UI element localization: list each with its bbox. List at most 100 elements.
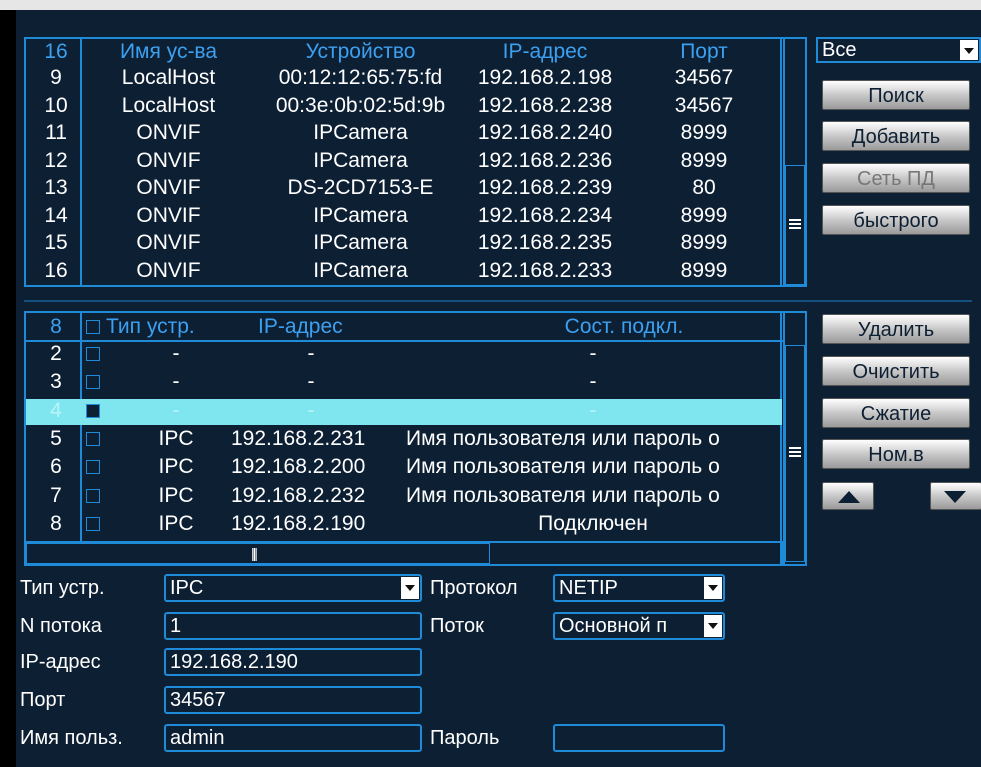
- move-down-button[interactable]: [930, 482, 981, 510]
- stream-count-field[interactable]: 1: [164, 612, 422, 640]
- device-cell: IPCamera: [313, 121, 408, 144]
- header-device-type[interactable]: Тип устр.: [106, 315, 246, 339]
- port-cell: 8999: [680, 258, 728, 282]
- device-type-value: IPC: [170, 577, 204, 599]
- row-checkbox[interactable]: [86, 516, 100, 531]
- row-number: 15: [44, 231, 68, 254]
- compress-button[interactable]: Сжатие: [822, 398, 970, 428]
- header-port[interactable]: Порт: [654, 40, 754, 64]
- stream-count-value: 1: [170, 615, 182, 637]
- device-type-cell: IPC: [158, 426, 194, 450]
- delete-button[interactable]: Удалить: [822, 314, 970, 344]
- table-row[interactable]: 6 IPC 192.168.2.200 Имя пользователя или па…: [26, 455, 782, 481]
- ip-cell: 192.168.2.236: [477, 148, 613, 172]
- table-row[interactable]: 4 - - -: [26, 398, 782, 425]
- quick-add-button[interactable]: быстрого: [822, 205, 970, 235]
- device-type-select[interactable]: IPC: [164, 574, 422, 602]
- header-device-name[interactable]: Имя ус-ва: [86, 40, 251, 64]
- table-row[interactable]: 7 IPC 192.168.2.232 Имя пользователя или па…: [26, 484, 782, 510]
- header-count: 8: [50, 315, 62, 338]
- ip-cell: -: [307, 398, 315, 422]
- device-cell: IPCamera: [313, 148, 408, 172]
- network-button[interactable]: Сеть ПД: [822, 163, 970, 193]
- chevron-down-icon: [704, 615, 722, 637]
- row-number: 12: [44, 148, 68, 172]
- added-table-header: 8 Тип устр. IP-адрес Сост. подкл.: [24, 315, 784, 339]
- row-checkbox[interactable]: [86, 431, 100, 446]
- hscrollbar-thumb[interactable]: [26, 543, 490, 564]
- top-bar: [0, 0, 981, 10]
- ip-cell: 192.168.2.238: [477, 93, 613, 117]
- device-cell: 00:3e:0b:02:5d:9b: [275, 93, 446, 117]
- row-checkbox[interactable]: [86, 347, 100, 361]
- device-name-cell: ONVIF: [136, 121, 201, 144]
- status-cell: Имя пользователя или пароль о: [406, 455, 720, 479]
- table-row[interactable]: 9 LocalHost 00:12:12:65:75:fd 192.168.2.198…: [24, 66, 784, 90]
- move-up-button[interactable]: [822, 482, 874, 510]
- status-cell: Имя пользователя или пароль о: [406, 483, 720, 507]
- scroll-grip-icon: [789, 447, 801, 459]
- port-cell: 34567: [674, 93, 734, 117]
- table-row[interactable]: 16 ONVIF IPCamera 192.168.2.233 8999: [24, 259, 784, 283]
- table-row[interactable]: 2 - - -: [26, 342, 782, 368]
- password-label: Пароль: [430, 727, 500, 749]
- row-number: 16: [44, 258, 68, 282]
- add-button[interactable]: Добавить: [822, 121, 970, 151]
- row-number: 5: [50, 426, 62, 450]
- table-row[interactable]: 14 ONVIF IPCamera 192.168.2.234 8999: [24, 204, 784, 228]
- channel-number-button[interactable]: Ном.в: [822, 439, 970, 469]
- table-row[interactable]: 3 - - -: [26, 370, 782, 396]
- up-arrow-icon: [838, 491, 860, 503]
- search-button[interactable]: Поиск: [822, 80, 970, 110]
- table-row[interactable]: 5 IPC 192.168.2.231 Имя пользователя или па…: [26, 427, 782, 453]
- username-label: Имя польз.: [20, 727, 123, 749]
- header-ip[interactable]: IP-адрес: [465, 40, 625, 64]
- stream-count-label: N потока: [20, 615, 102, 637]
- row-checkbox[interactable]: [86, 375, 100, 390]
- hscroll-grip-icon: |||: [251, 545, 258, 561]
- row-number: 6: [50, 455, 62, 479]
- header-connection-status[interactable]: Сост. подкл.: [544, 315, 704, 339]
- device-cell: IPCamera: [313, 258, 408, 282]
- password-field[interactable]: [553, 724, 725, 752]
- row-checkbox[interactable]: [86, 488, 100, 503]
- device-cell: IPCamera: [313, 231, 408, 254]
- port-cell: 34567: [674, 66, 734, 89]
- table-row[interactable]: 13 ONVIF DS-2CD7153-E 192.168.2.239 80: [24, 176, 784, 200]
- protocol-value: NETIP: [559, 577, 618, 599]
- filter-select[interactable]: Все: [816, 37, 981, 63]
- status-cell: -: [589, 370, 597, 394]
- table-row[interactable]: 12 ONVIF IPCamera 192.168.2.236 8999: [24, 149, 784, 173]
- stream-select[interactable]: Основной п: [553, 612, 725, 640]
- ip-field[interactable]: 192.168.2.190: [164, 648, 422, 676]
- ip-cell: 192.168.2.235: [477, 231, 613, 254]
- row-number: 3: [50, 370, 62, 394]
- device-cell: IPCamera: [313, 203, 408, 227]
- port-field[interactable]: 34567: [164, 686, 422, 714]
- port-cell: 8999: [680, 148, 728, 172]
- clear-button[interactable]: Очистить: [822, 356, 970, 386]
- username-field[interactable]: admin: [164, 724, 422, 752]
- row-number: 14: [44, 203, 68, 227]
- table-row[interactable]: 15 ONVIF IPCamera 192.168.2.235 8999: [24, 231, 784, 255]
- row-checkbox[interactable]: [86, 460, 100, 475]
- header-count: 16: [44, 40, 68, 63]
- port-cell: 80: [692, 176, 716, 199]
- ip-cell: 192.168.2.200: [231, 455, 366, 479]
- port-label: Порт: [20, 689, 66, 711]
- table-row[interactable]: 11 ONVIF IPCamera 192.168.2.240 8999: [24, 121, 784, 145]
- header-ip[interactable]: IP-адрес: [258, 315, 418, 339]
- row-number: 10: [44, 93, 68, 117]
- header-device[interactable]: Устройство: [258, 40, 463, 64]
- table-row[interactable]: 10 LocalHost 00:3e:0b:02:5d:9b 192.168.2.23…: [24, 94, 784, 118]
- device-cell: 00:12:12:65:75:fd: [278, 66, 443, 89]
- scroll-grip-icon: [789, 219, 801, 231]
- row-number: 11: [45, 121, 67, 144]
- stream-label: Поток: [430, 615, 484, 637]
- table-row[interactable]: 8 IPC 192.168.2.190 Подключен: [26, 512, 782, 538]
- protocol-select[interactable]: NETIP: [553, 574, 725, 602]
- device-cell: DS-2CD7153-E: [287, 176, 434, 199]
- select-all-checkbox[interactable]: [86, 320, 100, 334]
- chevron-down-icon: [704, 577, 722, 599]
- row-checkbox[interactable]: [86, 403, 100, 418]
